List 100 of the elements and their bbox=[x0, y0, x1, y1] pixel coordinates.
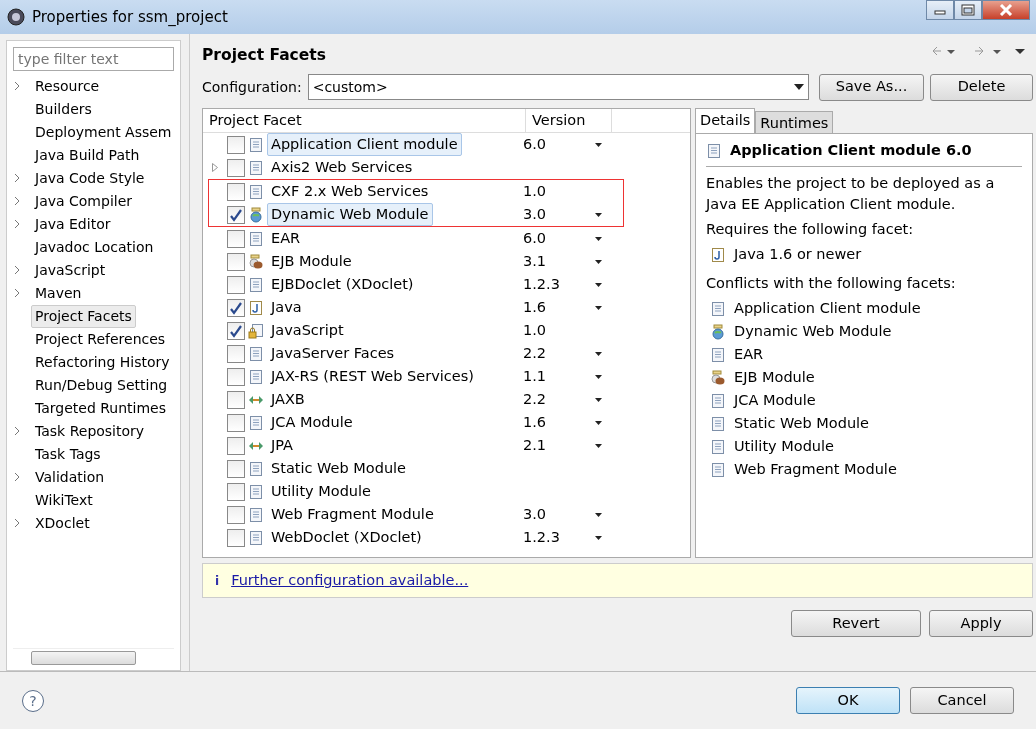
facet-name[interactable]: Java bbox=[267, 295, 306, 320]
maximize-button[interactable] bbox=[954, 0, 982, 20]
version-cell-text: 3.1 bbox=[523, 251, 547, 271]
version-cell-text: 2.2 bbox=[523, 343, 547, 363]
page-icon bbox=[248, 460, 264, 477]
sidebar-item[interactable]: Java Compiler bbox=[31, 190, 137, 213]
facet-name[interactable]: Dynamic Web Module bbox=[267, 202, 433, 227]
sidebar-item[interactable]: Builders bbox=[31, 98, 96, 121]
facet-name[interactable]: EJBDoclet (XDoclet) bbox=[267, 272, 418, 297]
version-cell-text: 2.1 bbox=[523, 435, 547, 455]
checkbox[interactable] bbox=[227, 505, 245, 524]
checkbox[interactable] bbox=[227, 275, 245, 294]
facet-name[interactable]: Web Fragment Module bbox=[267, 502, 438, 527]
facet-name[interactable]: JavaScript bbox=[267, 318, 348, 343]
sidebar-item[interactable]: Java Code Style bbox=[31, 167, 149, 190]
facet-name[interactable]: JAX-RS (REST Web Services) bbox=[267, 364, 478, 389]
sidebar-item[interactable]: Project Facets bbox=[31, 305, 136, 328]
sidebar-item[interactable]: Maven bbox=[31, 282, 86, 305]
dropdown-caret-icon bbox=[595, 420, 602, 425]
checkbox[interactable] bbox=[227, 528, 245, 547]
conflicting-facet: Application Client module bbox=[734, 299, 921, 319]
sidebar-item[interactable]: XDoclet bbox=[31, 512, 94, 535]
sidebar-item[interactable]: Java Build Path bbox=[31, 144, 144, 167]
column-header: Version bbox=[526, 109, 612, 132]
page-icon bbox=[706, 142, 722, 159]
dropdown-caret-icon bbox=[595, 305, 602, 310]
checkbox[interactable] bbox=[227, 182, 245, 201]
checkbox[interactable] bbox=[227, 252, 245, 271]
check-icon bbox=[229, 323, 243, 338]
horizontal-scrollbar[interactable] bbox=[13, 648, 174, 666]
configuration-dropdown[interactable]: <custom> bbox=[307, 74, 809, 100]
chevron-icon bbox=[13, 265, 21, 276]
tab[interactable]: Details bbox=[695, 108, 756, 133]
sidebar-item[interactable]: Deployment Assem bbox=[31, 121, 174, 144]
checkbox[interactable] bbox=[227, 413, 245, 432]
ok-button[interactable]: OK bbox=[796, 687, 900, 714]
sidebar-item[interactable]: JavaScript bbox=[31, 259, 110, 282]
facet-name[interactable]: Axis2 Web Services bbox=[267, 155, 417, 180]
facet-name[interactable]: Static Web Module bbox=[267, 456, 411, 481]
checkbox[interactable] bbox=[227, 367, 245, 386]
facet-name[interactable]: EAR bbox=[267, 226, 305, 251]
page-icon bbox=[710, 439, 726, 456]
help-button[interactable]: ? bbox=[22, 689, 44, 712]
tab[interactable]: Runtimes bbox=[755, 111, 834, 133]
sidebar-item[interactable]: Task Tags bbox=[31, 443, 105, 466]
minimize-button[interactable] bbox=[926, 0, 954, 20]
sidebar-item[interactable]: Task Repository bbox=[31, 420, 149, 443]
page-icon bbox=[710, 347, 726, 364]
sidebar-item[interactable]: Project References bbox=[31, 328, 170, 351]
checkbox[interactable] bbox=[227, 205, 245, 224]
facet-name[interactable]: JAXB bbox=[267, 387, 309, 412]
further-configuration-link[interactable]: Further configuration available... bbox=[231, 569, 469, 592]
revert-button[interactable]: Revert bbox=[791, 610, 921, 637]
facet-name[interactable]: EJB Module bbox=[267, 249, 356, 274]
sidebar-item[interactable]: Run/Debug Setting bbox=[31, 374, 172, 397]
filter-field[interactable]: type filter text bbox=[13, 47, 174, 71]
sidebar-item[interactable]: Validation bbox=[31, 466, 109, 489]
checkbox[interactable] bbox=[227, 459, 245, 478]
close-button[interactable] bbox=[982, 0, 1030, 20]
version-cell-text: 1.6 bbox=[523, 412, 547, 432]
bean-jar-icon bbox=[710, 370, 726, 387]
expand-icon bbox=[212, 162, 218, 172]
conflicting-facet: EAR bbox=[734, 345, 764, 365]
checkbox[interactable] bbox=[227, 390, 245, 409]
facet-name[interactable]: WebDoclet (XDoclet) bbox=[267, 525, 426, 550]
info-icon: i bbox=[215, 571, 220, 590]
delete-button[interactable]: Delete bbox=[930, 73, 1033, 101]
save-as-button[interactable]: Save As... bbox=[819, 73, 924, 101]
checkbox[interactable] bbox=[227, 135, 245, 154]
sidebar-item[interactable]: Javadoc Location bbox=[31, 236, 158, 259]
sidebar-item[interactable]: Targeted Runtimes bbox=[31, 397, 171, 420]
cancel-button[interactable]: Cancel bbox=[910, 687, 1014, 714]
page-icon bbox=[248, 506, 264, 523]
facet-name[interactable]: JCA Module bbox=[267, 410, 357, 435]
checkbox[interactable] bbox=[227, 158, 245, 177]
page-icon bbox=[710, 416, 726, 433]
check-icon bbox=[229, 207, 243, 222]
checkbox[interactable] bbox=[227, 436, 245, 455]
sidebar-item[interactable]: WikiText bbox=[31, 489, 97, 512]
java-file-icon bbox=[710, 247, 726, 264]
checkbox[interactable] bbox=[227, 321, 245, 340]
facet-name[interactable]: Application Client module bbox=[267, 132, 462, 157]
version-cell-text: 2.2 bbox=[523, 389, 547, 409]
checkbox[interactable] bbox=[227, 298, 245, 317]
facet-name[interactable]: JPA bbox=[267, 433, 297, 458]
sidebar-item[interactable]: Java Editor bbox=[31, 213, 115, 236]
sidebar-item[interactable]: Resource bbox=[31, 75, 104, 98]
facet-name[interactable]: JavaServer Faces bbox=[267, 341, 399, 366]
globe-jar-icon bbox=[248, 206, 264, 223]
facet-name[interactable]: CXF 2.x Web Services bbox=[267, 179, 433, 204]
checkbox[interactable] bbox=[227, 229, 245, 248]
requires-label: Requires the following facet: bbox=[706, 219, 915, 239]
checkbox[interactable] bbox=[227, 482, 245, 501]
facet-name[interactable]: Utility Module bbox=[267, 479, 375, 504]
checkbox[interactable] bbox=[227, 344, 245, 363]
close-icon bbox=[999, 4, 1013, 16]
page-icon bbox=[710, 393, 726, 410]
dropdown-caret-icon bbox=[595, 374, 602, 379]
apply-button[interactable]: Apply bbox=[929, 610, 1033, 637]
sidebar-item[interactable]: Refactoring History bbox=[31, 351, 174, 374]
